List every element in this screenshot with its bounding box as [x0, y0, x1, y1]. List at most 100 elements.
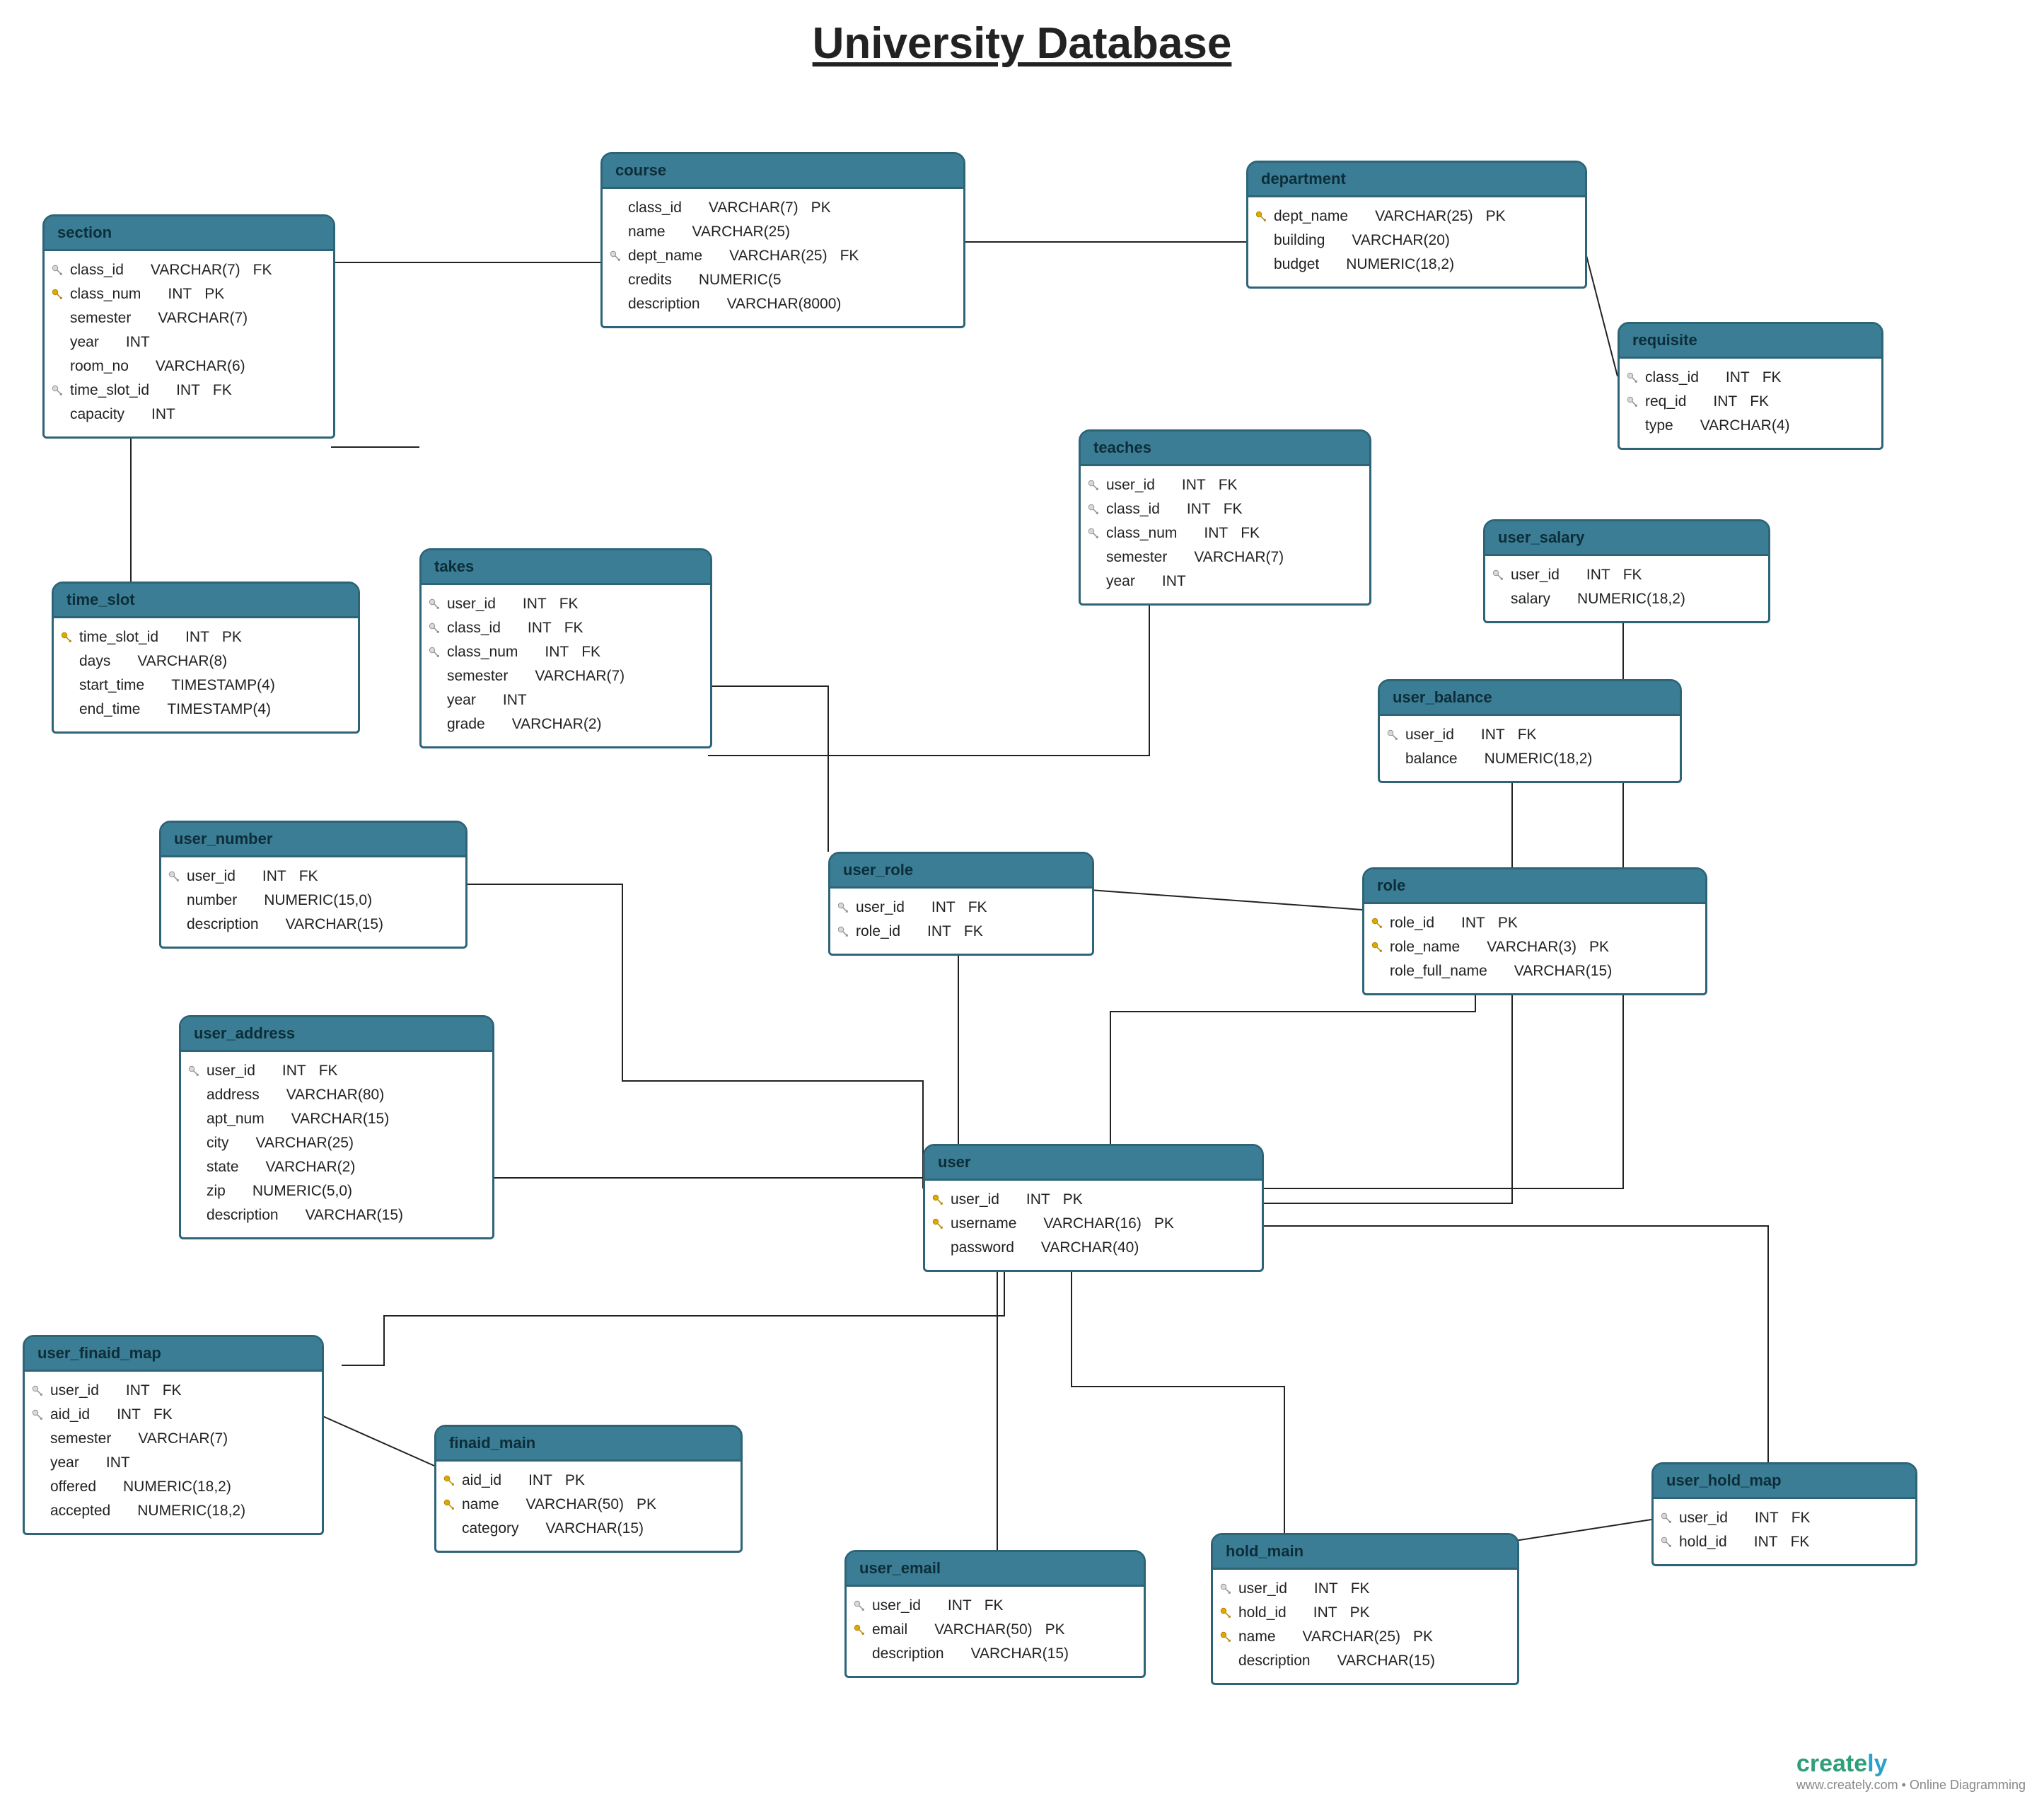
- field-name: req_id: [1645, 393, 1686, 410]
- field-name: year: [50, 1454, 79, 1471]
- field-row: role_name VARCHAR(3) PK: [1364, 935, 1705, 959]
- entity-department: department dept_name VARCHAR(25) PK buil…: [1246, 161, 1587, 289]
- field-keytag: FK: [1791, 1530, 1810, 1554]
- field-keytag: FK: [564, 616, 583, 640]
- field-keytag: FK: [163, 1379, 182, 1403]
- field-keytag: PK: [637, 1493, 656, 1517]
- field-type: INT: [1481, 723, 1505, 747]
- connector: [708, 686, 828, 852]
- field-type: INT: [1713, 390, 1737, 414]
- field-type: INT: [262, 864, 286, 889]
- field-type: VARCHAR(6): [156, 354, 245, 378]
- field-type: VARCHAR(50): [934, 1618, 1032, 1642]
- field-name: password: [951, 1239, 1014, 1256]
- field-row: user_id INT PK: [925, 1188, 1262, 1212]
- field-type: VARCHAR(15): [971, 1642, 1069, 1666]
- field-keytag: FK: [153, 1403, 173, 1427]
- field-type: INT: [1754, 1530, 1778, 1554]
- field-name: user_id: [50, 1382, 99, 1399]
- field-row: building VARCHAR(20): [1248, 228, 1585, 253]
- entity-title: user_address: [181, 1017, 492, 1052]
- field-name: user_id: [856, 899, 905, 915]
- entity-title: teaches: [1081, 432, 1369, 466]
- field-name: number: [187, 892, 237, 908]
- field-keytag: PK: [811, 196, 831, 220]
- entity-user_salary: user_salary user_id INT FK salary NUMERI…: [1483, 519, 1770, 623]
- field-row: username VARCHAR(16) PK: [925, 1212, 1262, 1236]
- fk-key-icon: [45, 264, 70, 277]
- field-row: balance NUMERIC(18,2): [1380, 747, 1680, 771]
- page-title: University Database: [0, 18, 2044, 69]
- field-keytag: PK: [1486, 204, 1506, 228]
- fk-key-icon: [422, 646, 447, 659]
- field-name: category: [462, 1520, 519, 1537]
- field-keytag: FK: [1219, 473, 1238, 497]
- field-name: description: [187, 916, 259, 932]
- field-name: semester: [70, 310, 131, 326]
- field-row: class_num INT FK: [1081, 521, 1369, 545]
- field-row: accepted NUMERIC(18,2): [25, 1499, 322, 1523]
- field-type: INT: [1586, 563, 1610, 587]
- field-name: semester: [1106, 549, 1167, 565]
- field-type: VARCHAR(80): [286, 1083, 384, 1107]
- field-name: class_num: [70, 286, 141, 302]
- fk-key-icon: [1654, 1536, 1679, 1549]
- field-name: grade: [447, 716, 485, 732]
- field-type: VARCHAR(7): [151, 258, 240, 282]
- field-row: user_id INT FK: [1081, 473, 1369, 497]
- field-name: time_slot_id: [70, 382, 149, 398]
- field-name: semester: [50, 1430, 111, 1447]
- fk-key-icon: [181, 1065, 207, 1077]
- field-type: VARCHAR(8): [137, 649, 227, 673]
- field-type: INT: [503, 688, 527, 712]
- pk-key-icon: [925, 1193, 951, 1206]
- entity-title: time_slot: [54, 584, 358, 618]
- field-row: user_id INT FK: [422, 592, 710, 616]
- connector: [1090, 890, 1362, 910]
- field-row: number NUMERIC(15,0): [161, 889, 465, 913]
- field-type: NUMERIC(18,2): [137, 1499, 245, 1523]
- fk-key-icon: [830, 901, 856, 914]
- field-row: budget NUMERIC(18,2): [1248, 253, 1585, 277]
- fk-key-icon: [422, 598, 447, 611]
- entity-title: department: [1248, 163, 1585, 197]
- field-row: hold_id INT FK: [1654, 1530, 1915, 1554]
- field-row: offered NUMERIC(18,2): [25, 1475, 322, 1499]
- field-name: room_no: [70, 358, 129, 374]
- field-type: NUMERIC(5,0): [252, 1179, 352, 1203]
- field-name: user_id: [1405, 727, 1454, 743]
- field-type: VARCHAR(4): [1700, 414, 1790, 438]
- field-keytag: FK: [559, 592, 579, 616]
- field-name: name: [628, 224, 666, 240]
- field-row: user_id INT FK: [1213, 1577, 1517, 1601]
- fk-key-icon: [1620, 395, 1645, 408]
- entity-title: takes: [422, 550, 710, 585]
- entity-title: hold_main: [1213, 1535, 1517, 1570]
- field-type: VARCHAR(15): [546, 1517, 644, 1541]
- field-keytag: FK: [1623, 563, 1642, 587]
- field-name: aid_id: [50, 1406, 90, 1423]
- field-keytag: PK: [204, 282, 224, 306]
- field-row: dept_name VARCHAR(25) FK: [603, 244, 963, 268]
- field-type: NUMERIC(18,2): [123, 1475, 231, 1499]
- field-name: start_time: [79, 677, 144, 693]
- field-type: INT: [1726, 366, 1750, 390]
- field-row: role_id INT PK: [1364, 911, 1705, 935]
- field-keytag: FK: [840, 244, 859, 268]
- field-name: role_full_name: [1390, 963, 1487, 979]
- field-name: aid_id: [462, 1472, 501, 1488]
- field-row: grade VARCHAR(2): [422, 712, 710, 736]
- field-name: credits: [628, 272, 672, 288]
- pk-key-icon: [436, 1498, 462, 1511]
- entity-user_number: user_number user_id INT FK number NUMERI…: [159, 821, 468, 949]
- field-name: user_id: [1679, 1510, 1728, 1526]
- field-row: salary NUMERIC(18,2): [1485, 587, 1768, 611]
- field-row: description VARCHAR(15): [161, 913, 465, 937]
- field-row: time_slot_id INT FK: [45, 378, 333, 403]
- field-type: NUMERIC(18,2): [1346, 253, 1454, 277]
- field-row: user_id INT FK: [161, 864, 465, 889]
- entity-role: role role_id INT PK role_name VARCHAR(3)…: [1362, 867, 1707, 995]
- field-row: start_time TIMESTAMP(4): [54, 673, 358, 698]
- field-name: offered: [50, 1479, 96, 1495]
- field-name: hold_id: [1238, 1604, 1287, 1621]
